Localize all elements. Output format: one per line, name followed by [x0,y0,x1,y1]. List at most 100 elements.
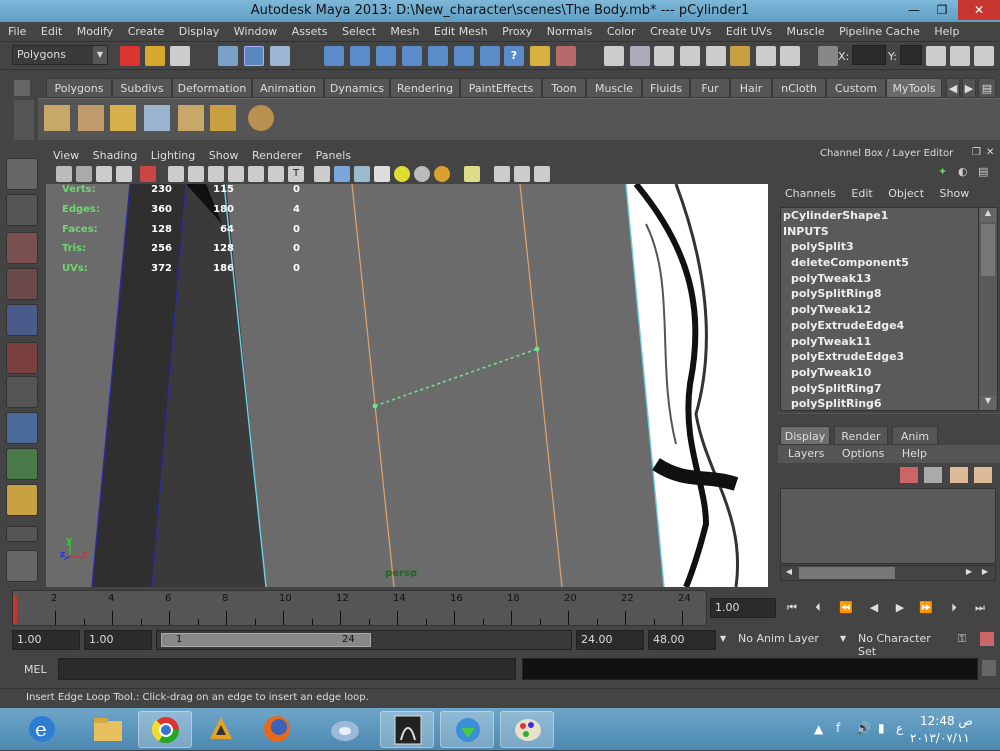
menu-edit[interactable]: Edit [41,22,62,38]
menu-edit-uvs[interactable]: Edit UVs [726,22,772,38]
menu-edit-mesh[interactable]: Edit Mesh [434,22,488,38]
tab-display[interactable]: Display [780,426,830,445]
move-layer-down-icon[interactable] [924,467,942,483]
grid-toggle-icon[interactable] [168,166,184,182]
resolution-gate-icon[interactable] [208,166,224,182]
2d-pan-icon[interactable] [116,166,132,182]
menu-normals[interactable]: Normals [547,22,593,38]
le-menu-options[interactable]: Options [842,445,884,460]
scroll-end-icon[interactable]: ▶ [979,567,991,579]
menu-help[interactable]: Help [934,22,959,38]
select-component-icon[interactable] [270,46,290,66]
list-item[interactable]: polyExtrudeEdge3 [781,349,997,365]
tab-subdivs[interactable]: Subdivs [112,78,172,98]
list-item[interactable]: polySplitRing7 [781,381,997,397]
snap-point-icon[interactable] [654,46,674,66]
list-item[interactable]: polyTweak12 [781,302,997,318]
menu-window[interactable]: Window [234,22,277,38]
menu-mesh[interactable]: Mesh [390,22,419,38]
end-time-field[interactable]: 48.00 [648,630,716,650]
clock-time[interactable]: 12:48 ص [920,714,973,728]
xray-components-icon[interactable] [534,166,550,182]
list-item[interactable]: polyExtrudeEdge4 [781,318,997,334]
panel-menu-lighting[interactable]: Lighting [151,148,195,162]
shelf-tool-6-icon[interactable] [210,105,236,131]
chevron-down-icon[interactable]: ▼ [720,634,726,643]
universal-manip-icon[interactable] [6,376,38,408]
scroll-up-icon[interactable]: ▲ [980,208,996,222]
x-field[interactable] [852,45,886,65]
lasso-tool-icon[interactable] [6,194,38,226]
tab-fluids[interactable]: Fluids [642,78,690,98]
channel-box-mode-icon[interactable]: ✦ [938,165,947,178]
list-item[interactable]: polySplitRing8 [781,286,997,302]
tool-settings-icon[interactable] [950,46,970,66]
command-input[interactable] [58,658,516,680]
list-item[interactable]: polyTweak11 [781,334,997,350]
wireframe-on-shaded-icon[interactable] [354,166,370,182]
hscroll-thumb[interactable] [799,567,895,579]
close-panel-icon[interactable]: ✕ [986,147,994,158]
menu-proxy[interactable]: Proxy [502,22,532,38]
wireframe-icon[interactable] [314,166,330,182]
language-indicator[interactable]: ع [896,721,903,735]
new-layer-icon[interactable] [950,467,968,483]
shelf-tool-5-icon[interactable] [178,105,204,131]
insert-edge-loop-icon[interactable] [6,484,38,516]
menu-display[interactable]: Display [179,22,220,38]
curve-mask-icon[interactable] [376,46,396,66]
time-slider[interactable]: 2 4 6 8 10 12 14 16 18 20 22 24 [12,590,707,626]
snap-grid-icon[interactable] [604,46,624,66]
new-scene-icon[interactable] [120,46,140,66]
shadows-icon[interactable] [414,166,430,182]
scroll-thumb[interactable] [981,224,995,276]
tab-deformation[interactable]: Deformation [172,78,252,98]
tab-render[interactable]: Render [834,426,888,445]
scroll-right-icon[interactable]: ▶ [963,567,975,579]
network-icon[interactable]: ▮ [878,721,885,735]
select-hierarchy-icon[interactable] [218,46,238,66]
safe-title-icon[interactable]: T [288,166,304,182]
key-icon[interactable]: ⚿ [958,632,966,646]
gate-mask-icon[interactable] [228,166,244,182]
tab-custom[interactable]: Custom [826,78,886,98]
go-to-start-icon[interactable]: ⏮ [782,598,802,618]
tab-hair[interactable]: Hair [730,78,772,98]
use-all-lights-icon[interactable] [394,166,410,182]
playback-start-field[interactable]: 1.00 [84,630,152,650]
layer-hscrollbar[interactable]: ◀ ▶ ▶ [780,565,996,581]
cb-menu-channels[interactable]: Channels [785,184,836,200]
menu-select[interactable]: Select [342,22,376,38]
field-chart-icon[interactable] [248,166,264,182]
tab-toon[interactable]: Toon [542,78,586,98]
misc-mask-icon[interactable]: ? [504,46,524,66]
cb-menu-show[interactable]: Show [940,184,970,200]
shelf-tool-4-icon[interactable] [144,105,170,131]
shelf-side-menu-icon[interactable] [14,100,34,140]
select-tool-icon[interactable] [6,158,38,190]
tab-muscle[interactable]: Muscle [586,78,642,98]
transform-mode-icon[interactable] [818,46,838,66]
command-language-label[interactable]: MEL [24,663,47,676]
list-item[interactable]: polySplitRing6 [781,396,997,410]
channel-box-scrollbar[interactable]: ▲ ▼ [978,208,996,410]
clock-date[interactable]: ٢٠١٣/٠٧/١١ [910,731,970,745]
render-view-icon[interactable] [756,46,776,66]
shelf-tool-7-icon[interactable] [248,105,274,131]
shelf-scroll-left-icon[interactable]: ◀ [946,78,960,98]
cb-menu-edit[interactable]: Edit [851,184,872,200]
tab-animation[interactable]: Animation [252,78,324,98]
new-layer-selected-icon[interactable] [974,467,992,483]
list-item[interactable]: deleteComponent5 [781,255,997,271]
minimize-button[interactable]: — [900,0,928,20]
viewport-persp[interactable]: Verts: 230 115 0 Edges: 360 180 4 Faces:… [46,184,768,587]
close-button[interactable]: ✕ [958,0,1000,20]
file-explorer-icon[interactable] [82,711,136,748]
step-back-key-icon[interactable]: ⏪ [836,598,856,618]
range-slider[interactable]: 1 24 [156,630,572,650]
menu-create-uvs[interactable]: Create UVs [650,22,711,38]
safe-action-icon[interactable] [268,166,284,182]
xray-icon[interactable] [494,166,510,182]
attribute-editor-icon[interactable] [926,46,946,66]
play-backwards-icon[interactable]: ◀ [864,598,884,618]
